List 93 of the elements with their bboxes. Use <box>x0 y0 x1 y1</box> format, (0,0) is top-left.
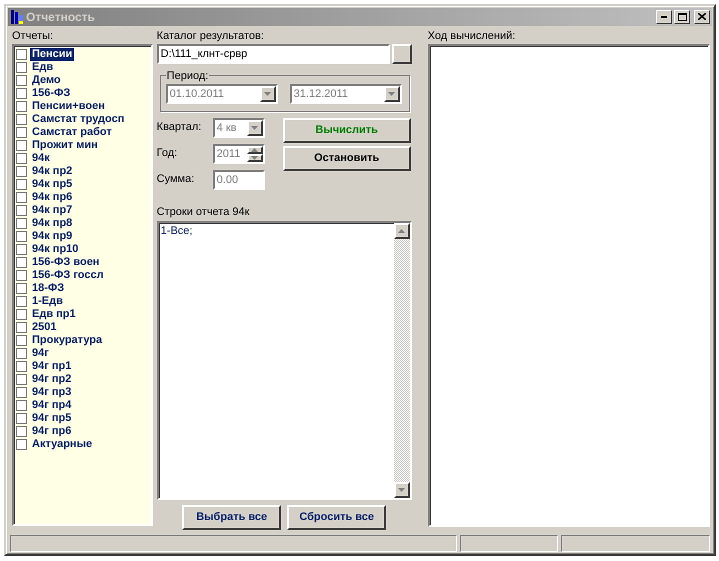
report-item[interactable]: 94г пр2 <box>30 372 74 386</box>
report-item[interactable]: Едв <box>30 60 56 74</box>
checkbox[interactable] <box>16 204 27 216</box>
report-item[interactable]: Демо <box>30 74 63 87</box>
checkbox[interactable] <box>16 126 27 138</box>
report-item[interactable]: 94г пр1 <box>30 360 74 373</box>
checkbox[interactable] <box>16 334 27 346</box>
report-item[interactable]: 94г пр4 <box>30 398 74 412</box>
checkbox[interactable] <box>16 400 27 411</box>
maximize-icon <box>678 12 686 21</box>
checkbox[interactable] <box>16 374 27 385</box>
checkbox[interactable] <box>16 322 27 333</box>
checkbox[interactable] <box>16 256 27 268</box>
down-arrow-icon <box>251 156 258 160</box>
window-title: Отчетность <box>26 10 96 24</box>
report-item[interactable]: 156-ФЗ госсл <box>30 268 106 282</box>
checkbox[interactable] <box>16 244 27 255</box>
period-label: Период: <box>166 70 210 82</box>
browse-button[interactable] <box>392 44 412 64</box>
down-arrow-icon <box>388 92 396 96</box>
report-item[interactable]: 1-Едв <box>30 294 65 308</box>
report-lines-field[interactable]: 1-Все; <box>156 220 412 500</box>
checkbox[interactable] <box>16 152 27 164</box>
reports-label: Отчеты: <box>12 28 54 44</box>
app-icon <box>10 8 24 25</box>
report-lines-text: 1-Все; <box>160 224 194 239</box>
stop-button[interactable]: Остановить <box>282 146 411 171</box>
report-item[interactable]: 94к пр7 <box>30 204 74 217</box>
checkbox[interactable] <box>16 48 27 60</box>
down-arrow-icon <box>251 126 258 130</box>
checkbox[interactable] <box>16 348 27 359</box>
checkbox[interactable] <box>16 412 27 424</box>
report-item[interactable]: 94к пр2 <box>30 164 74 178</box>
checkbox[interactable] <box>16 74 27 86</box>
report-item[interactable]: 18-ФЗ <box>30 282 66 295</box>
down-arrow-icon <box>264 92 272 96</box>
checkbox[interactable] <box>16 426 27 437</box>
checkbox[interactable] <box>16 192 27 203</box>
sum-label: Сумма: <box>156 172 196 188</box>
report-item[interactable]: 156-ФЗ <box>30 86 72 100</box>
up-arrow-icon <box>251 148 258 152</box>
quarter-label: Квартал: <box>156 120 202 136</box>
checkbox[interactable] <box>16 308 27 320</box>
maximize-button[interactable] <box>674 10 690 24</box>
report-item[interactable]: 2501 <box>30 320 58 334</box>
report-item[interactable]: 94г пр6 <box>30 424 74 438</box>
report-item[interactable]: 94г <box>30 346 51 360</box>
checkbox[interactable] <box>16 438 27 450</box>
checkbox[interactable] <box>16 88 27 99</box>
report-item[interactable]: 94к пр9 <box>30 230 74 243</box>
report-item[interactable]: Пенсии+воен <box>30 100 107 113</box>
output-dir-field[interactable]: D:\111_клнт-срвр <box>156 44 390 64</box>
checkbox[interactable] <box>16 178 27 190</box>
minimize-icon <box>661 16 667 18</box>
report-item[interactable]: 94к пр8 <box>30 216 74 230</box>
report-item[interactable]: 156-ФЗ воен <box>30 256 102 269</box>
checkbox[interactable] <box>16 230 27 242</box>
select-all-button[interactable]: Выбрать все <box>182 504 282 530</box>
report-item[interactable]: 94г пр3 <box>30 386 74 399</box>
report-item[interactable]: 94к <box>30 152 52 165</box>
report-lines-label: Строки отчета 94к <box>156 204 250 220</box>
checkbox[interactable] <box>16 62 27 73</box>
checkbox[interactable] <box>16 218 27 229</box>
down-arrow-icon <box>398 488 406 492</box>
report-item[interactable]: 94к пр10 <box>30 242 80 256</box>
checkbox[interactable] <box>16 296 27 307</box>
report-item[interactable]: Самстат трудосп <box>30 112 126 126</box>
checkbox[interactable] <box>16 140 27 151</box>
report-item[interactable]: Прокуратура <box>30 334 104 347</box>
up-arrow-icon <box>398 228 406 233</box>
minimize-button[interactable] <box>656 10 672 24</box>
report-item[interactable]: Прожит мин <box>30 138 100 152</box>
checkbox[interactable] <box>16 270 27 281</box>
checkbox[interactable] <box>16 100 27 112</box>
year-label: Год: <box>156 146 178 162</box>
report-item[interactable]: Пенсии <box>30 48 74 61</box>
checkbox[interactable] <box>16 386 27 398</box>
report-item[interactable]: 94к пр5 <box>30 178 74 191</box>
close-button[interactable] <box>694 10 710 24</box>
output-dir-label: Каталог результатов: <box>156 28 265 44</box>
report-item[interactable]: Едв пр1 <box>30 308 78 321</box>
report-item[interactable]: 94г пр5 <box>30 412 74 425</box>
checkbox[interactable] <box>16 166 27 177</box>
log-label: Ход вычислений: <box>428 28 516 44</box>
checkbox[interactable] <box>16 282 27 294</box>
reset-all-button[interactable]: Сбросить все <box>287 504 386 530</box>
scrollbar[interactable] <box>394 222 410 498</box>
report-item[interactable]: 94к пр6 <box>30 190 74 204</box>
report-item[interactable]: Актуарные <box>30 438 94 451</box>
checkbox[interactable] <box>16 114 27 125</box>
report-item[interactable]: Самстат работ <box>30 126 114 139</box>
close-icon <box>698 13 706 20</box>
checkbox[interactable] <box>16 360 27 372</box>
